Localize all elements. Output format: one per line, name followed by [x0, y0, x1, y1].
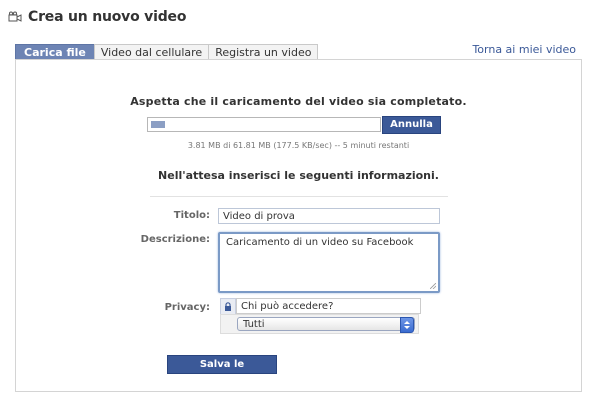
cancel-button[interactable]: Annulla [382, 116, 441, 134]
chevron-updown-icon [400, 317, 414, 333]
upload-progress-fill [151, 121, 165, 128]
tab-video-dal-cellulare[interactable]: Video dal cellulare [93, 44, 210, 60]
upload-panel: Aspetta che il caricamento del video sia… [15, 59, 582, 392]
tab-registra-un-video[interactable]: Registra un video [208, 44, 319, 60]
form-heading: Nell'attesa inserisci le seguenti inform… [158, 169, 439, 182]
wait-message: Aspetta che il caricamento del video sia… [130, 95, 467, 108]
privacy-control: Chi può accedere? Tutti [220, 298, 421, 334]
save-info-button[interactable]: Salva le informazioni [167, 355, 277, 387]
title-input[interactable]: Video di prova [218, 208, 440, 224]
form-divider [150, 196, 448, 197]
privacy-question: Chi può accedere? [236, 298, 421, 314]
tab-carica-file[interactable]: Carica file [15, 44, 95, 60]
privacy-select-area: Tutti [220, 314, 419, 334]
privacy-selected-value: Tutti [243, 319, 265, 330]
page-header: Crea un nuovo video [8, 7, 186, 27]
resize-grip-icon[interactable] [430, 283, 436, 289]
description-label: Descrizione: [140, 234, 210, 245]
description-text: Caricamento di un video su Facebook [226, 237, 414, 248]
back-to-videos-link[interactable]: Torna ai miei video [472, 43, 576, 56]
privacy-select[interactable]: Tutti [237, 317, 415, 333]
title-label: Titolo: [173, 210, 210, 221]
description-textarea[interactable]: Caricamento di un video su Facebook [218, 232, 440, 293]
upload-progress-bar [147, 117, 381, 132]
page-title: Crea un nuovo video [28, 9, 187, 25]
upload-progress-text: 3.81 MB di 61.81 MB (177.5 KB/sec) -- 5 … [187, 141, 410, 150]
privacy-label: Privacy: [164, 302, 210, 313]
upload-tabs: Carica file Video dal cellulare Registra… [15, 44, 319, 60]
video-camera-icon [8, 11, 22, 23]
